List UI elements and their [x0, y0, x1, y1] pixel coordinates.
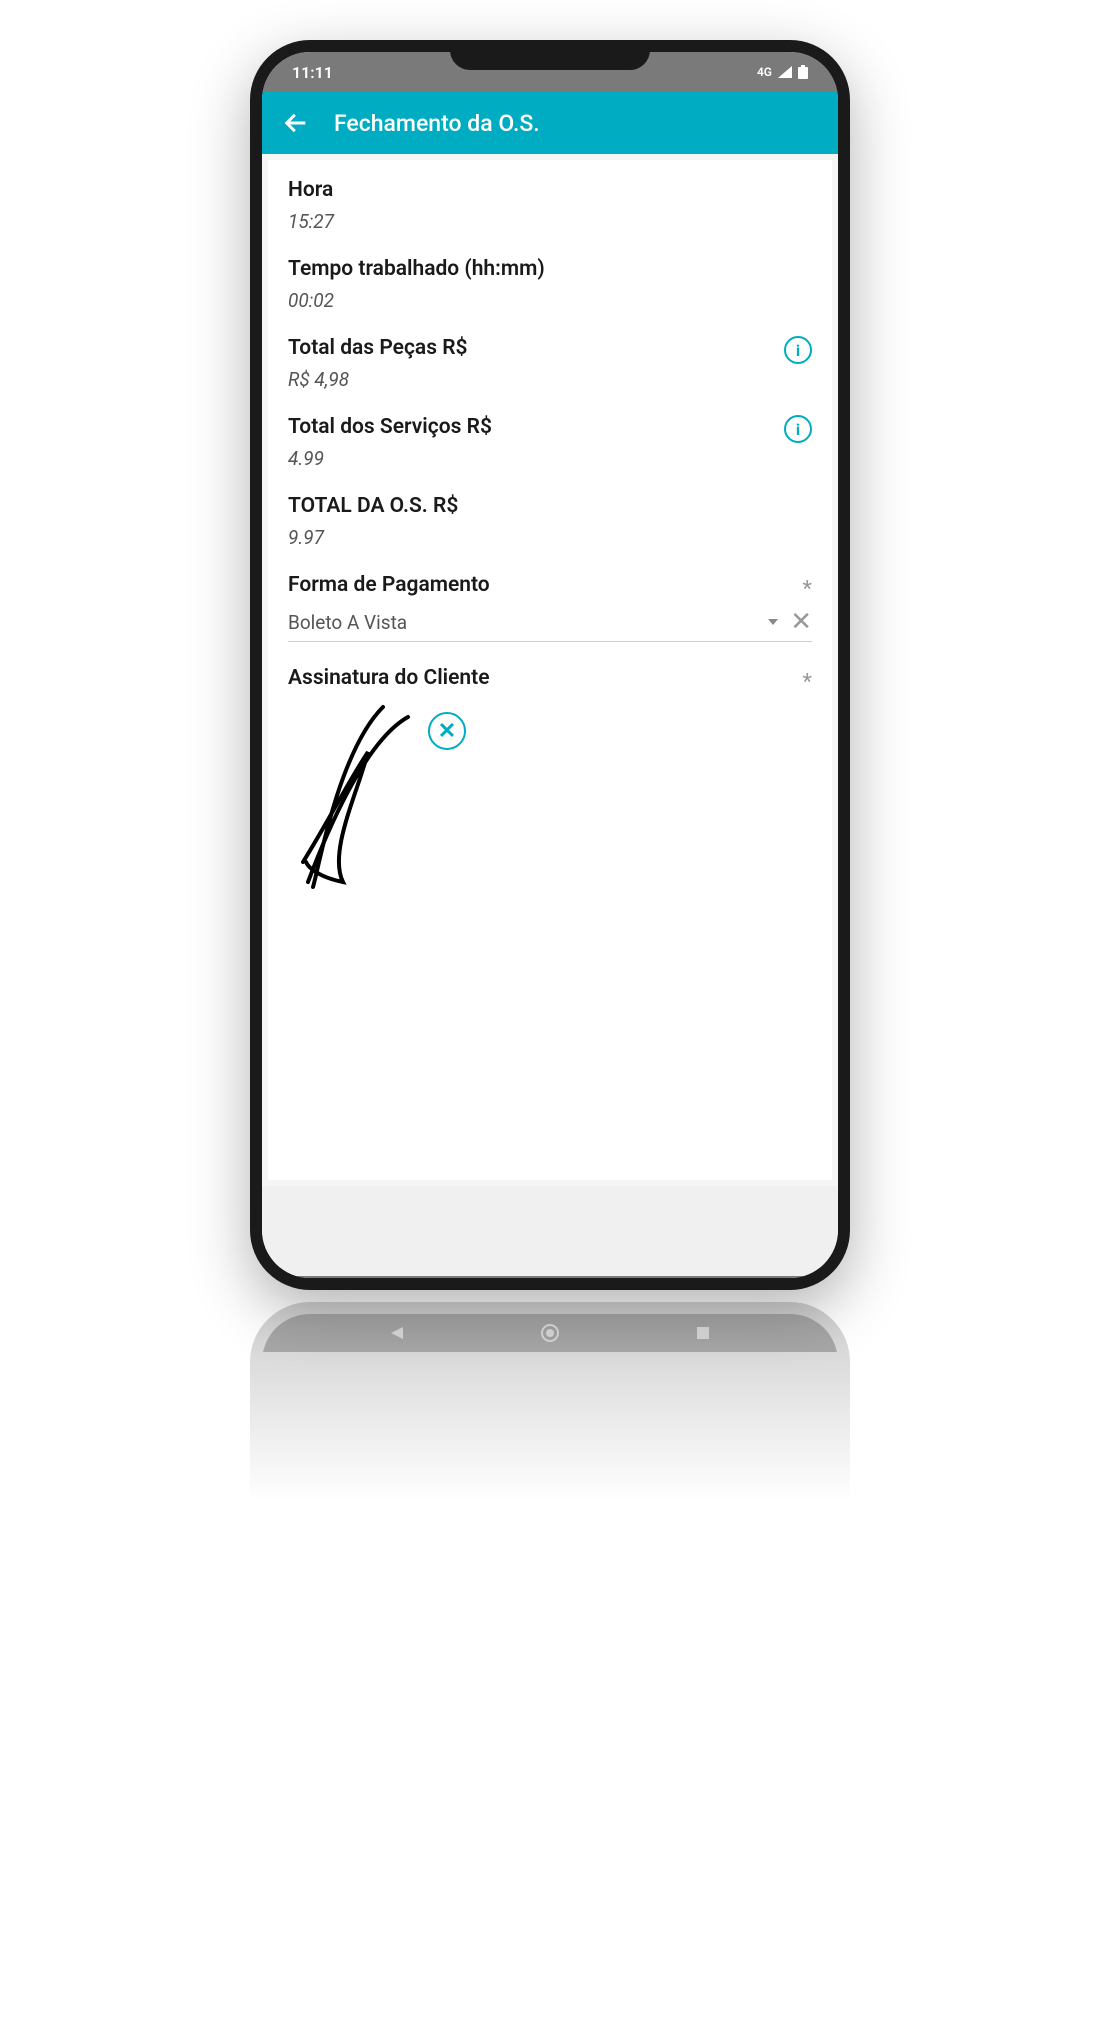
form-card: Hora 15:27 Tempo trabalhado (hh:mm) 00:0… [268, 160, 832, 1180]
field-hora: Hora 15:27 [288, 178, 812, 233]
total-os-value: 9.97 [288, 526, 812, 549]
field-assinatura: Assinatura do Cliente * ✕ [288, 666, 812, 892]
app-bar: Fechamento da O.S. [262, 92, 838, 154]
notch [450, 40, 650, 70]
signature-canvas[interactable]: ✕ [288, 702, 812, 892]
required-indicator-pagamento: * [803, 577, 812, 602]
info-icon-pecas[interactable]: i [784, 336, 812, 364]
field-total-os: TOTAL DA O.S. R$ 9.97 [288, 494, 812, 549]
chevron-down-icon [768, 619, 778, 625]
total-pecas-value: R$ 4,98 [288, 368, 812, 391]
total-pecas-label: Total das Peças R$ [288, 336, 812, 360]
tempo-label: Tempo trabalhado (hh:mm) [288, 257, 812, 281]
clear-signature-icon[interactable]: ✕ [428, 712, 466, 750]
clear-pagamento-icon[interactable]: ✕ [790, 609, 812, 635]
field-total-pecas: Total das Peças R$ R$ 4,98 i [288, 336, 812, 391]
battery-icon [798, 65, 808, 79]
content-area: Hora 15:27 Tempo trabalhado (hh:mm) 00:0… [262, 154, 838, 1186]
page-title: Fechamento da O.S. [334, 110, 540, 137]
hora-label: Hora [288, 178, 812, 202]
total-servicos-label: Total dos Serviços R$ [288, 415, 812, 439]
back-arrow-icon[interactable] [282, 109, 310, 137]
status-icons: 4G [757, 65, 808, 79]
forma-pagamento-label: Forma de Pagamento [288, 573, 812, 597]
field-forma-pagamento: Forma de Pagamento * Boleto A Vista ✕ [288, 573, 812, 642]
total-servicos-value: 4.99 [288, 447, 812, 470]
required-indicator-assinatura: * [803, 670, 812, 695]
bottom-spacer [262, 1186, 838, 1276]
signal-icon [778, 66, 792, 78]
tempo-value: 00:02 [288, 289, 812, 312]
assinatura-label: Assinatura do Cliente [288, 666, 812, 690]
status-time: 11:11 [292, 63, 333, 82]
info-icon-servicos[interactable]: i [784, 415, 812, 443]
total-os-label: TOTAL DA O.S. R$ [288, 494, 812, 518]
field-tempo: Tempo trabalhado (hh:mm) 00:02 [288, 257, 812, 312]
field-total-servicos: Total dos Serviços R$ 4.99 i [288, 415, 812, 470]
network-label: 4G [757, 65, 772, 79]
forma-pagamento-select[interactable]: Boleto A Vista ✕ [288, 609, 812, 642]
phone-frame: 11:11 4G Fechamento da O.S. Hora 15:27 [250, 40, 850, 1290]
phone-reflection [250, 1302, 850, 1502]
hora-value: 15:27 [288, 210, 812, 233]
phone-screen: 11:11 4G Fechamento da O.S. Hora 15:27 [262, 52, 838, 1278]
forma-pagamento-value: Boleto A Vista [288, 611, 768, 634]
bottom-action-bar: Avançar [262, 1276, 838, 1278]
